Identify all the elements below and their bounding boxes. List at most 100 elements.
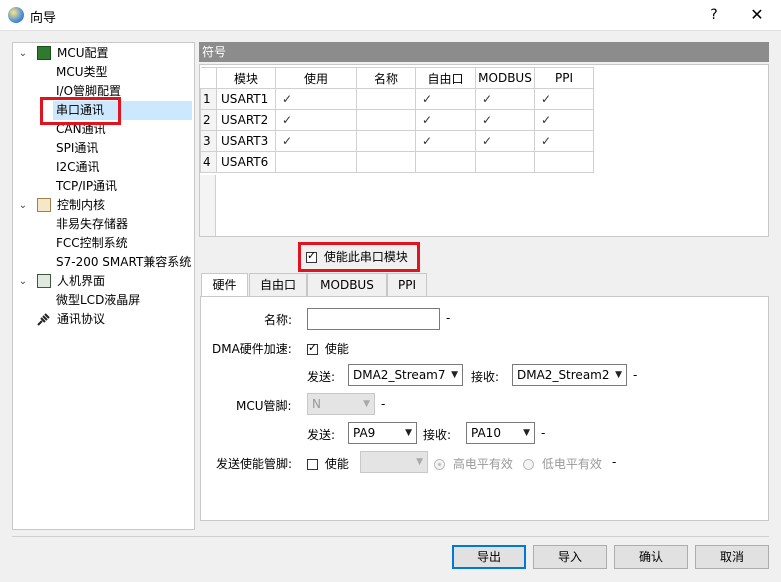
radio-selected-icon[interactable] xyxy=(434,459,445,470)
hardware-panel: 名称: - DMA硬件加速: 使能 发送: DMA2_Stream7 ▼ 接收:… xyxy=(200,296,769,521)
dma-send-value: DMA2_Stream7 xyxy=(353,368,446,382)
modbus-check-icon[interactable]: ✓ xyxy=(475,109,535,131)
ppi-check-icon[interactable] xyxy=(534,151,594,173)
checkbox-unchecked-icon[interactable] xyxy=(307,459,318,470)
ppi-check-icon[interactable]: ✓ xyxy=(534,88,594,110)
pin-send-select[interactable]: PA9 ▼ xyxy=(348,422,417,444)
expand-chevron-icon[interactable]: ⌄ xyxy=(17,44,29,63)
dma-recv-select[interactable]: DMA2_Stream2 ▼ xyxy=(512,364,627,386)
dropdown-arrow-icon: ▼ xyxy=(615,370,622,380)
freeport-check-icon[interactable]: ✓ xyxy=(415,130,476,152)
radio-unselected-icon[interactable] xyxy=(523,459,534,470)
modbus-check-icon[interactable]: ✓ xyxy=(475,88,535,110)
use-check-icon[interactable]: ✓ xyxy=(275,88,357,110)
dma-enable-checkbox[interactable]: 使能 xyxy=(307,340,349,357)
tree-item-fcc[interactable]: FCC控制系统 xyxy=(56,234,128,253)
usart-table: 模块 使用 名称 自由口 MODBUS PPI 1 USART1 ✓ ✓ ✓ ✓… xyxy=(200,67,594,173)
dropdown-arrow-icon: ▼ xyxy=(405,428,412,438)
module-cell[interactable]: USART2 xyxy=(216,109,276,131)
tree-group-protocol[interactable]: 通讯协议 xyxy=(13,310,192,329)
high-level-radio[interactable]: 高电平有效 xyxy=(434,455,513,472)
low-level-radio[interactable]: 低电平有效 xyxy=(523,455,602,472)
ppi-check-icon[interactable]: ✓ xyxy=(534,109,594,131)
checkbox-checked-icon[interactable] xyxy=(307,341,318,355)
highlight-box-serial xyxy=(40,97,121,125)
close-button[interactable]: ✕ xyxy=(742,4,772,26)
row-header-filler xyxy=(200,175,216,236)
column-header: 模块 xyxy=(216,67,276,89)
pin-send-label: 发送: xyxy=(307,428,336,442)
tab-hardware[interactable]: 硬件 xyxy=(201,273,248,298)
column-header: MODBUS xyxy=(475,67,535,89)
checkbox-checked-icon[interactable] xyxy=(306,249,317,263)
tree-group-label: 人机界面 xyxy=(57,274,106,288)
tree-item-tcpip[interactable]: TCP/IP通讯 xyxy=(56,177,117,196)
tree-item-s7200[interactable]: S7-200 SMART兼容系统 xyxy=(56,253,191,272)
module-cell[interactable]: USART3 xyxy=(216,130,276,152)
tree-group-mcu[interactable]: ⌄ MCU配置 xyxy=(13,44,192,63)
tree-group-label: MCU配置 xyxy=(57,46,109,60)
tab-modbus[interactable]: MODBUS xyxy=(307,273,387,297)
table-row[interactable]: 1 USART1 ✓ ✓ ✓ ✓ xyxy=(200,88,594,110)
freeport-check-icon[interactable]: ✓ xyxy=(415,109,476,131)
use-check-icon[interactable]: ✓ xyxy=(275,130,357,152)
row-number: 1 xyxy=(200,88,217,110)
mcu-pin-value: N xyxy=(312,397,321,411)
module-cell[interactable]: USART6 xyxy=(216,151,276,173)
module-cell[interactable]: USART1 xyxy=(216,88,276,110)
freeport-check-icon[interactable]: ✓ xyxy=(415,88,476,110)
mcu-pin-select[interactable]: N ▼ xyxy=(307,393,375,415)
dropdown-arrow-icon: ▼ xyxy=(416,457,423,467)
cancel-button[interactable]: 取消 xyxy=(695,545,769,569)
name-input[interactable] xyxy=(307,308,440,330)
name-cell[interactable] xyxy=(356,109,416,131)
symbols-header: 符号 xyxy=(199,42,769,62)
tree-group-hmi[interactable]: ⌄ 人机界面 xyxy=(13,272,192,291)
footer-separator xyxy=(12,536,769,537)
dash-text: - xyxy=(381,397,386,411)
dropdown-arrow-icon: ▼ xyxy=(363,399,370,409)
name-cell[interactable] xyxy=(356,88,416,110)
row-number: 2 xyxy=(200,109,217,131)
modbus-check-icon[interactable] xyxy=(475,151,535,173)
tx-enable-pin-select[interactable]: ▼ xyxy=(360,451,428,473)
window-title: 向导 xyxy=(30,11,57,26)
tree-item-spi[interactable]: SPI通讯 xyxy=(56,139,98,158)
expand-chevron-icon[interactable]: ⌄ xyxy=(17,272,29,291)
screen-icon xyxy=(37,274,51,288)
app-icon xyxy=(8,7,24,23)
freeport-check-icon[interactable] xyxy=(415,151,476,173)
tree-group-control-core[interactable]: ⌄ 控制内核 xyxy=(13,196,192,215)
table-row[interactable]: 3 USART3 ✓ ✓ ✓ ✓ xyxy=(200,130,594,152)
name-cell[interactable] xyxy=(356,151,416,173)
use-check-icon[interactable] xyxy=(275,151,357,173)
confirm-button[interactable]: 确认 xyxy=(614,545,688,569)
low-level-label: 低电平有效 xyxy=(541,457,602,471)
export-button[interactable]: 导出 xyxy=(452,545,526,569)
table-row[interactable]: 4 USART6 xyxy=(200,151,594,173)
help-button[interactable]: ? xyxy=(700,4,728,26)
tab-freeport[interactable]: 自由口 xyxy=(249,273,307,297)
dash-text: - xyxy=(446,311,451,325)
column-header: 使用 xyxy=(275,67,357,89)
ppi-check-icon[interactable]: ✓ xyxy=(534,130,594,152)
tree-item-mcu-type[interactable]: MCU类型 xyxy=(56,63,108,82)
dma-send-select[interactable]: DMA2_Stream7 ▼ xyxy=(348,364,463,386)
row-number-header xyxy=(200,67,217,89)
enable-module-checkbox[interactable]: 使能此串口模块 xyxy=(306,248,408,265)
name-cell[interactable] xyxy=(356,130,416,152)
tree-item-i2c[interactable]: I2C通讯 xyxy=(56,158,100,177)
tx-enable-checkbox[interactable]: 使能 xyxy=(307,455,349,472)
expand-chevron-icon[interactable]: ⌄ xyxy=(17,196,29,215)
use-check-icon[interactable]: ✓ xyxy=(275,109,357,131)
tree-item-nvm[interactable]: 非易失存储器 xyxy=(56,215,128,234)
tab-ppi[interactable]: PPI xyxy=(387,273,427,297)
import-button[interactable]: 导入 xyxy=(533,545,607,569)
tree-item-lcd[interactable]: 微型LCD液晶屏 xyxy=(56,291,140,310)
table-header-row: 模块 使用 名称 自由口 MODBUS PPI xyxy=(200,67,594,89)
pin-recv-select[interactable]: PA10 ▼ xyxy=(466,422,535,444)
table-row[interactable]: 2 USART2 ✓ ✓ ✓ ✓ xyxy=(200,109,594,131)
dash-text: - xyxy=(612,455,617,469)
modbus-check-icon[interactable]: ✓ xyxy=(475,130,535,152)
dma-enable-label: 使能 xyxy=(324,342,349,356)
